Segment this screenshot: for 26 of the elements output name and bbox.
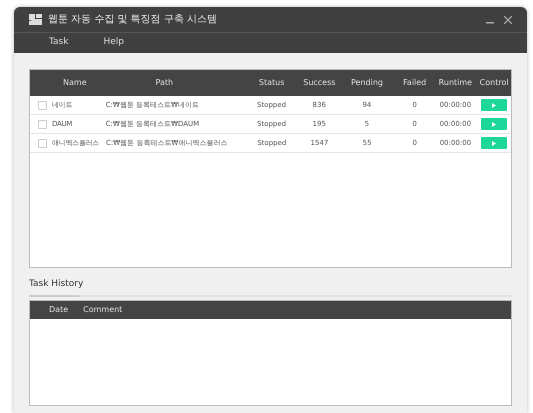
minimize-icon[interactable]	[486, 22, 494, 24]
column-header: Control	[480, 77, 509, 89]
window-title: 웹툰 자동 수집 및 특징점 구축 시스템	[48, 13, 218, 27]
play-button[interactable]	[481, 99, 508, 111]
play-button[interactable]	[481, 118, 508, 130]
section-title: Task History	[29, 278, 84, 291]
play-icon	[492, 140, 496, 146]
app-logo-icon	[29, 14, 42, 25]
column-header: Failed	[403, 77, 426, 89]
play-icon	[492, 102, 496, 108]
column-header: Pending	[351, 77, 383, 89]
column-header: Path	[155, 77, 174, 89]
play-icon	[492, 122, 496, 126]
checkbox[interactable]	[38, 120, 47, 128]
checkbox[interactable]	[38, 100, 47, 110]
menu-item[interactable]: Task	[49, 36, 68, 50]
column-header: Name	[63, 77, 87, 89]
play-button[interactable]	[481, 137, 508, 149]
column-header: Success	[303, 77, 336, 89]
column-header: Runtime	[438, 77, 472, 89]
menu-item[interactable]: Help	[103, 36, 124, 50]
close-icon[interactable]	[504, 16, 512, 24]
column-header: Date	[49, 304, 68, 316]
column-header: Status	[258, 77, 284, 89]
column-header: Comment	[83, 304, 122, 316]
checkbox[interactable]	[38, 138, 47, 148]
